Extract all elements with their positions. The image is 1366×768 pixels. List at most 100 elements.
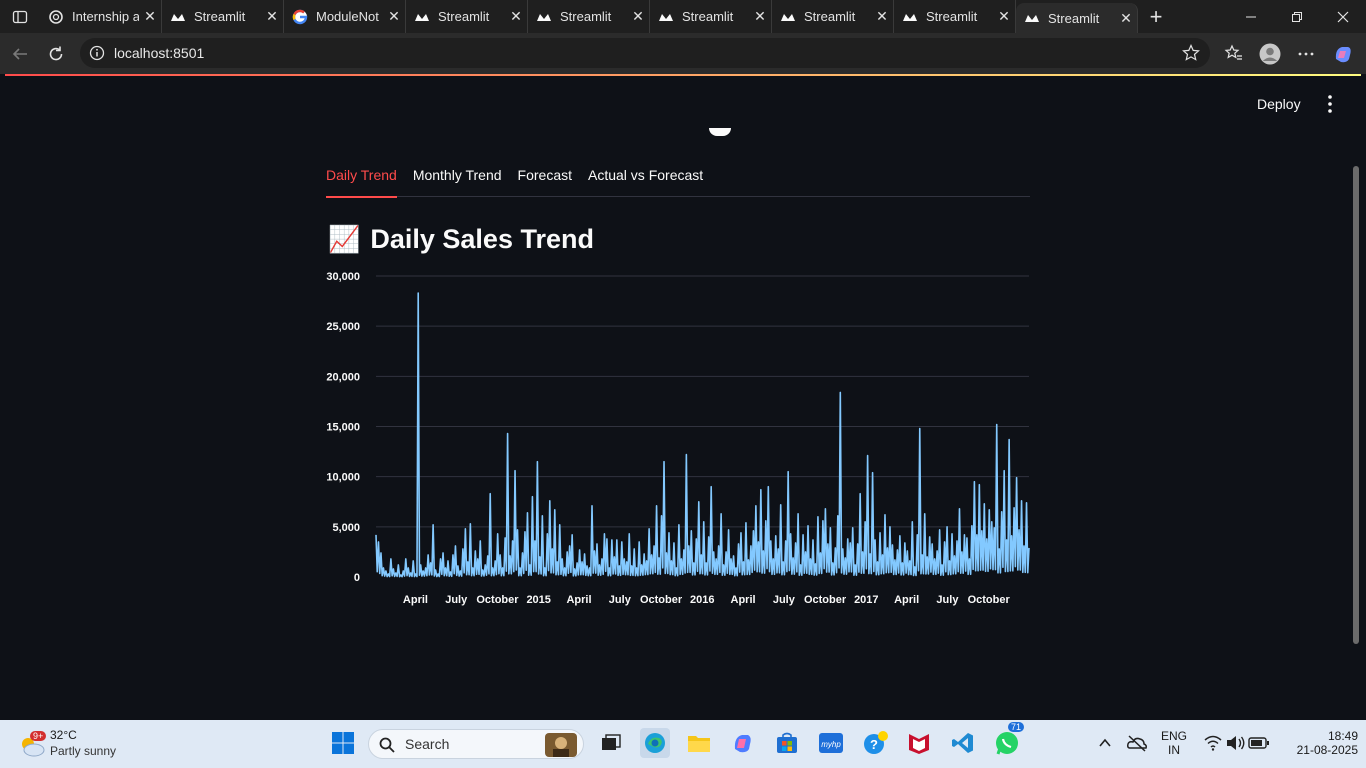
browser-tab-title: ModuleNot — [316, 9, 379, 24]
copilot-app-icon[interactable] — [728, 728, 758, 758]
x-tick-label: April — [566, 594, 591, 606]
windows-taskbar: 9+ 32°C Partly sunny Search myhp ? 71 EN… — [0, 720, 1366, 768]
favorites-icon[interactable] — [1222, 42, 1246, 66]
x-tick-label: 2017 — [854, 594, 878, 606]
close-tab-icon[interactable]: ✕ — [505, 8, 527, 25]
section-heading: 📈 Daily Sales Trend — [328, 224, 594, 255]
streamlit-icon — [902, 9, 918, 25]
x-tick-label: July — [936, 594, 959, 606]
close-tab-icon[interactable]: ✕ — [383, 8, 405, 25]
google-icon — [292, 9, 308, 25]
back-arrow-icon[interactable] — [8, 42, 32, 66]
browser-tab-strip: Internship a ✕ Streamlit ✕ ModuleNot ✕ Streaml… — [0, 0, 1366, 33]
close-window-icon[interactable] — [1320, 0, 1366, 33]
new-tab-button[interactable]: + — [1138, 4, 1174, 30]
tab-monthly-trend[interactable]: Monthly Trend — [413, 160, 502, 197]
microsoft-store-icon[interactable] — [772, 728, 802, 758]
chatgpt-icon — [48, 9, 64, 25]
x-tick-label: April — [894, 594, 919, 606]
browser-tab[interactable]: Streamlit ✕ — [528, 0, 650, 33]
close-tab-icon[interactable]: ✕ — [261, 8, 283, 25]
show-hidden-icons-chevron-icon[interactable] — [1090, 728, 1120, 758]
restore-icon[interactable] — [1274, 0, 1320, 33]
taskbar-search-box[interactable]: Search — [368, 729, 584, 759]
edge-browser-icon[interactable] — [640, 728, 670, 758]
streamlit-icon — [658, 9, 674, 25]
copilot-icon[interactable] — [1331, 42, 1355, 66]
profile-avatar-icon[interactable] — [1258, 42, 1282, 66]
streamlit-icon — [780, 9, 796, 25]
browser-tab-title: Streamlit — [804, 9, 856, 24]
browser-tab-title: Streamlit — [682, 9, 734, 24]
vscode-icon[interactable] — [948, 728, 978, 758]
tab-forecast[interactable]: Forecast — [518, 160, 572, 197]
x-tick-label: April — [731, 594, 756, 606]
close-tab-icon[interactable]: ✕ — [993, 8, 1015, 25]
clock-time: 18:49 — [1327, 729, 1358, 743]
close-tab-icon[interactable]: ✕ — [1115, 10, 1137, 27]
daily-sales-chart[interactable]: 30,000 25,000 20,000 15,000 10,000 5,000 0 Apri… — [326, 266, 1032, 614]
minimize-icon[interactable] — [1228, 0, 1274, 33]
close-tab-icon[interactable]: ✕ — [871, 8, 893, 25]
browser-tab[interactable]: Internship a ✕ — [40, 0, 162, 33]
browser-tab-title: Internship a — [72, 9, 139, 24]
more-options-icon[interactable] — [1294, 42, 1318, 66]
browser-tab[interactable]: Streamlit ✕ — [162, 0, 284, 33]
x-tick-label: October — [968, 594, 1011, 606]
whatsapp-badge: 71 — [1008, 722, 1025, 732]
url-field[interactable]: localhost:8501 — [80, 38, 1210, 68]
heading-text: Daily Sales Trend — [370, 224, 594, 254]
svg-text:?: ? — [870, 737, 878, 752]
tab-daily-trend[interactable]: Daily Trend — [326, 160, 397, 198]
get-help-icon[interactable]: ? — [860, 728, 890, 758]
reload-icon[interactable] — [44, 42, 68, 66]
streamlit-tabs: Daily Trend Monthly Trend Forecast Actua… — [326, 160, 1030, 198]
tab-actions-icon[interactable] — [0, 0, 40, 33]
browser-tab[interactable]: ModuleNot ✕ — [284, 0, 406, 33]
browser-tab-title: Streamlit — [560, 9, 612, 24]
x-tick-label: 2015 — [526, 594, 550, 606]
task-view-icon[interactable] — [596, 728, 626, 758]
favorite-star-icon[interactable] — [1182, 44, 1200, 65]
streamlit-icon — [536, 9, 552, 25]
close-tab-icon[interactable]: ✕ — [749, 8, 771, 25]
deploy-button[interactable]: Deploy — [1257, 96, 1301, 112]
close-tab-icon[interactable]: ✕ — [139, 8, 161, 25]
address-bar-row: localhost:8501 — [0, 33, 1366, 74]
file-explorer-icon[interactable] — [684, 728, 714, 758]
site-info-icon[interactable] — [89, 45, 105, 64]
close-tab-icon[interactable]: ✕ — [627, 8, 649, 25]
windows-start-icon[interactable] — [328, 728, 358, 758]
system-clock[interactable]: 18:49 21-08-2025 — [1276, 729, 1364, 757]
y-tick-label: 30,000 — [326, 271, 360, 283]
browser-tab-title: Streamlit — [926, 9, 978, 24]
url-text: localhost:8501 — [114, 45, 205, 61]
browser-tab[interactable]: Streamlit ✕ — [406, 0, 528, 33]
search-icon — [379, 737, 395, 753]
x-tick-label: October — [476, 594, 519, 606]
weather-widget[interactable]: 9+ 32°C Partly sunny — [16, 726, 136, 762]
battery-icon[interactable] — [1244, 728, 1274, 758]
streamlit-icon — [1024, 10, 1040, 26]
browser-tab[interactable]: Streamlit ✕ — [894, 0, 1016, 33]
y-tick-label: 0 — [354, 572, 360, 584]
y-tick-label: 15,000 — [326, 422, 360, 434]
region-code: IN — [1168, 743, 1180, 757]
search-placeholder: Search — [405, 736, 450, 752]
browser-tab[interactable]: Streamlit ✕ — [650, 0, 772, 33]
weather-badge: 9+ — [30, 731, 47, 741]
browser-tab-title: Streamlit — [194, 9, 246, 24]
browser-tab[interactable]: Streamlit ✕ — [772, 0, 894, 33]
language-code: ENG — [1160, 729, 1187, 743]
myhp-icon[interactable]: myhp — [816, 728, 846, 758]
mcafee-icon[interactable] — [904, 728, 934, 758]
language-indicator[interactable]: ENG IN — [1158, 729, 1190, 757]
whatsapp-icon[interactable]: 71 — [992, 722, 1025, 758]
page-scrollbar[interactable] — [1353, 166, 1359, 644]
x-tick-label: October — [640, 594, 683, 606]
tab-actual-vs-forecast[interactable]: Actual vs Forecast — [588, 160, 703, 197]
x-tick-label: April — [403, 594, 428, 606]
main-menu-icon[interactable] — [1320, 94, 1340, 114]
onedrive-offline-icon[interactable] — [1122, 728, 1152, 758]
browser-tab[interactable]: Streamlit ✕ — [1016, 3, 1138, 33]
